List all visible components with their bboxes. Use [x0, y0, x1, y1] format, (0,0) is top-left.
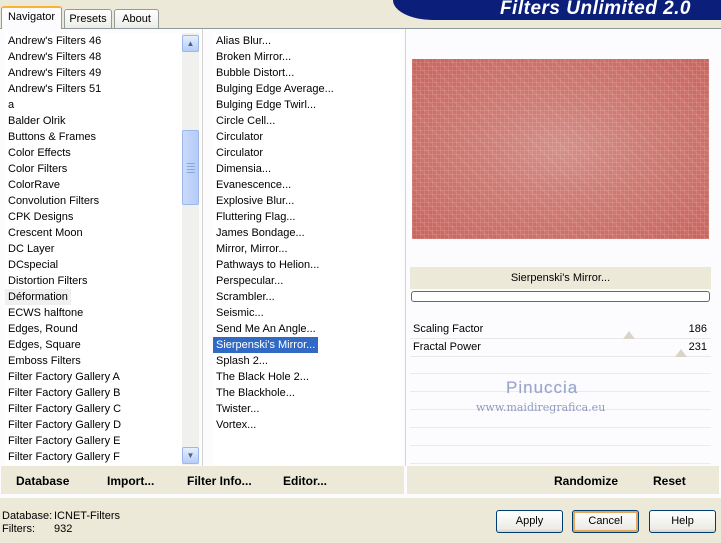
- category-item[interactable]: Color Effects: [5, 145, 74, 161]
- category-item[interactable]: Andrew's Filters 51: [5, 81, 104, 97]
- help-button[interactable]: Help: [649, 510, 716, 533]
- category-item[interactable]: Filter Factory Gallery D: [5, 417, 124, 433]
- filters-count-value: 932: [54, 523, 73, 535]
- category-item[interactable]: Distortion Filters: [5, 273, 90, 289]
- title-banner: Filters Unlimited 2.0: [393, 0, 721, 20]
- category-item[interactable]: Filter Factory Gallery F: [5, 449, 123, 465]
- filter-item[interactable]: Twister...: [213, 401, 262, 417]
- category-item[interactable]: DCspecial: [5, 257, 61, 273]
- category-item[interactable]: Filter Factory Gallery E: [5, 433, 123, 449]
- param-scaling-factor[interactable]: Scaling Factor 186: [410, 321, 711, 339]
- filter-item[interactable]: Evanescence...: [213, 177, 294, 193]
- filter-item[interactable]: Circle Cell...: [213, 113, 278, 129]
- filter-item[interactable]: Alias Blur...: [213, 33, 274, 49]
- watermark-name: Pinuccia: [506, 378, 579, 397]
- watermark-url: www.maidiregrafica.eu: [476, 401, 606, 414]
- category-item[interactable]: Filter Factory Gallery C: [5, 401, 124, 417]
- category-item[interactable]: ECWS halftone: [5, 305, 86, 321]
- category-item[interactable]: Color Filters: [5, 161, 70, 177]
- category-item[interactable]: Andrew's Filters 46: [5, 33, 104, 49]
- filter-item[interactable]: Mirror, Mirror...: [213, 241, 291, 257]
- category-item[interactable]: Edges, Round: [5, 321, 81, 337]
- param-empty-row: [410, 357, 711, 374]
- apply-button[interactable]: Apply: [496, 510, 563, 533]
- filter-item[interactable]: Circulator: [213, 145, 266, 161]
- category-item[interactable]: Andrew's Filters 49: [5, 65, 104, 81]
- filter-item[interactable]: Perspecular...: [213, 273, 286, 289]
- filter-item[interactable]: Bulging Edge Twirl...: [213, 97, 319, 113]
- editor-button[interactable]: Editor...: [283, 474, 327, 488]
- category-item[interactable]: CPK Designs: [5, 209, 76, 225]
- category-item[interactable]: Crescent Moon: [5, 225, 86, 241]
- scroll-up-button[interactable]: ▲: [182, 35, 199, 52]
- filter-item[interactable]: Fluttering Flag...: [213, 209, 298, 225]
- category-item[interactable]: a: [5, 97, 17, 113]
- database-label: Database:: [2, 510, 53, 522]
- category-item[interactable]: Balder Olrik: [5, 113, 68, 129]
- list-divider: [202, 29, 203, 466]
- slider-handle[interactable]: [623, 331, 635, 339]
- param-label: Scaling Factor: [413, 323, 484, 335]
- filter-item[interactable]: Explosive Blur...: [213, 193, 297, 209]
- filter-item[interactable]: Pathways to Helion...: [213, 257, 322, 273]
- import-button[interactable]: Import...: [107, 474, 154, 488]
- filter-item[interactable]: Send Me An Angle...: [213, 321, 319, 337]
- filters-count-label: Filters:: [2, 523, 35, 535]
- param-value: 186: [688, 323, 707, 335]
- filter-item[interactable]: The Black Hole 2...: [213, 369, 312, 385]
- category-scrollbar[interactable]: ▲ ▼: [182, 33, 199, 465]
- category-item[interactable]: Edges, Square: [5, 337, 84, 353]
- filter-item[interactable]: Splash 2...: [213, 353, 271, 369]
- database-value: ICNET-Filters: [54, 510, 120, 522]
- reset-button[interactable]: Reset: [653, 474, 686, 488]
- filter-item[interactable]: Bubble Distort...: [213, 65, 297, 81]
- category-item[interactable]: Andrew's Filters 48: [5, 49, 104, 65]
- category-item[interactable]: Déformation: [5, 289, 71, 305]
- filter-item[interactable]: James Bondage...: [213, 225, 308, 241]
- filter-item[interactable]: Circulator: [213, 129, 266, 145]
- filter-item[interactable]: Seismic...: [213, 305, 267, 321]
- filter-info-button[interactable]: Filter Info...: [187, 474, 252, 488]
- filter-item[interactable]: Scrambler...: [213, 289, 278, 305]
- param-empty-row: [410, 447, 711, 464]
- param-label: Fractal Power: [413, 341, 481, 353]
- scroll-down-button[interactable]: ▼: [182, 447, 199, 464]
- category-item[interactable]: Convolution Filters: [5, 193, 102, 209]
- filter-item[interactable]: Sierpenski's Mirror...: [213, 337, 319, 353]
- category-item[interactable]: Buttons & Frames: [5, 129, 99, 145]
- randomize-button[interactable]: Randomize: [554, 474, 618, 488]
- category-list[interactable]: Andrew's Filters 46 Andrew's Filters 48 An…: [5, 33, 182, 465]
- scroll-thumb[interactable]: [182, 130, 199, 205]
- slider-handle[interactable]: [675, 349, 687, 357]
- filter-item[interactable]: Bulging Edge Average...: [213, 81, 337, 97]
- category-item[interactable]: ColorRave: [5, 177, 63, 193]
- progress-bar: [411, 291, 710, 302]
- param-value: 231: [688, 341, 707, 353]
- category-item[interactable]: Filter Factory Gallery A: [5, 369, 123, 385]
- app-title: Filters Unlimited 2.0: [499, 0, 691, 19]
- category-item[interactable]: DC Layer: [5, 241, 57, 257]
- cancel-button[interactable]: Cancel: [572, 510, 639, 533]
- database-button[interactable]: Database: [16, 474, 69, 488]
- tab-about[interactable]: About: [114, 9, 159, 29]
- preview-divider: [405, 29, 406, 466]
- category-item[interactable]: Emboss Filters: [5, 353, 84, 369]
- param-empty-row: [410, 429, 711, 446]
- filter-preview-image: [412, 59, 709, 239]
- filter-item[interactable]: Broken Mirror...: [213, 49, 294, 65]
- tab-navigator[interactable]: Navigator: [1, 6, 62, 29]
- filter-item[interactable]: The Blackhole...: [213, 385, 298, 401]
- filter-list[interactable]: Alias Blur... Broken Mirror... Bubble Dist…: [213, 33, 403, 465]
- param-fractal-power[interactable]: Fractal Power 231: [410, 339, 711, 357]
- tab-presets[interactable]: Presets: [64, 9, 112, 29]
- current-filter-name: Sierpenski's Mirror...: [410, 267, 711, 289]
- filter-item[interactable]: Vortex...: [213, 417, 259, 433]
- category-item[interactable]: Filter Factory Gallery B: [5, 385, 123, 401]
- filter-item[interactable]: Dimensia...: [213, 161, 274, 177]
